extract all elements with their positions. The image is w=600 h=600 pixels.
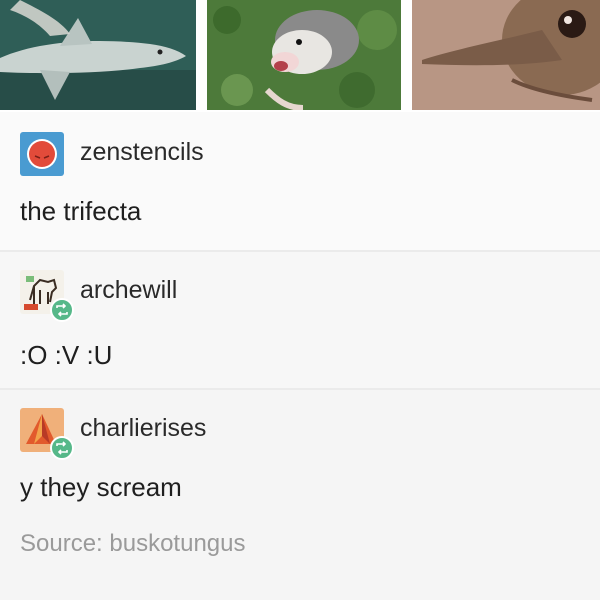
reblog-comment: archewill :O :V :U	[0, 252, 600, 388]
orange-triangle-icon[interactable]	[20, 408, 74, 460]
reblog-icon	[50, 298, 74, 322]
reblog-icon	[50, 436, 74, 460]
post-text: the trifecta	[20, 196, 142, 226]
source-link[interactable]: Source: buskotungus	[20, 530, 245, 558]
elephant-shrew-photo[interactable]	[412, 0, 600, 110]
horse-drawing-icon[interactable]	[20, 270, 74, 322]
username[interactable]: charlierises	[80, 414, 206, 443]
red-circle-face-icon[interactable]	[20, 132, 64, 176]
original-post: zenstencils the trifecta	[0, 112, 600, 250]
reblog-comment: charlierises y they scream Source: busko…	[0, 390, 600, 600]
username[interactable]: archewill	[80, 276, 177, 305]
post-text: y they scream	[20, 472, 182, 502]
post-text: :O :V :U	[20, 340, 113, 370]
opossum-photo[interactable]	[207, 0, 401, 110]
shark-photo[interactable]	[0, 0, 196, 110]
photo-strip	[0, 0, 600, 112]
username[interactable]: zenstencils	[80, 138, 204, 167]
